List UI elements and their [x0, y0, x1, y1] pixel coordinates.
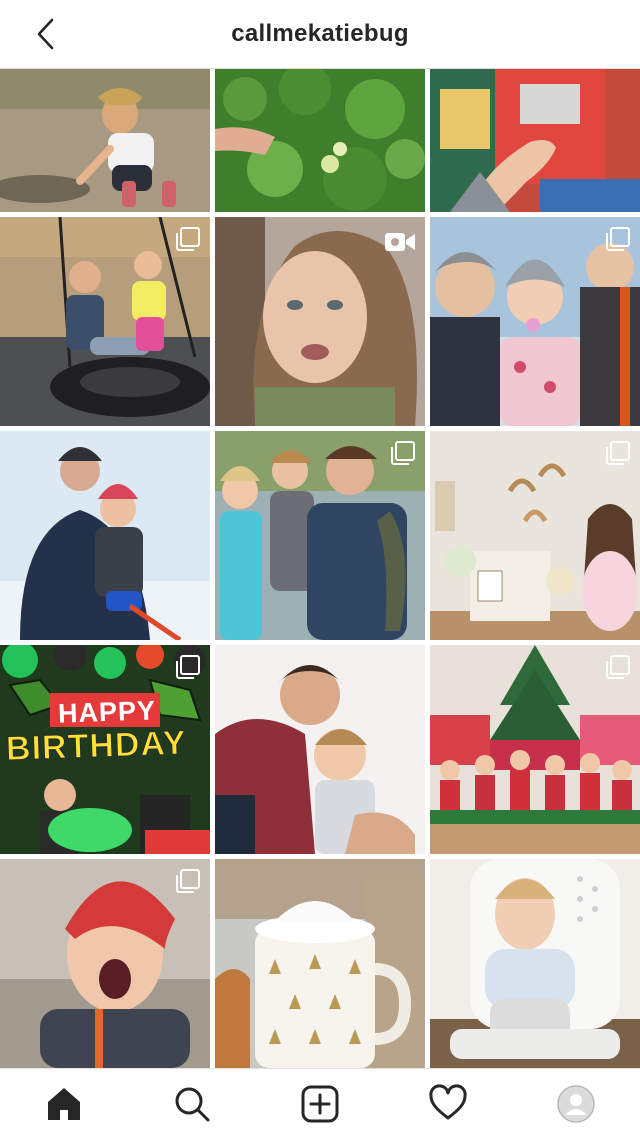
- chevron-left-icon: [37, 18, 54, 50]
- post-dad-hug-son[interactable]: [215, 645, 425, 854]
- post-thumbnail: [430, 69, 640, 212]
- profile-username: callmekatiebug: [231, 20, 409, 47]
- multiple-photos-icon: [391, 441, 415, 465]
- nav-profile-button[interactable]: [548, 1076, 604, 1132]
- post-thumbnail: [215, 69, 425, 212]
- top-bar: callmekatiebug: [0, 0, 640, 69]
- post-child-puddle[interactable]: [0, 69, 210, 212]
- post-thumbnail: [0, 69, 210, 212]
- search-icon: [175, 1087, 210, 1122]
- post-thumbnail: [0, 431, 210, 640]
- post-family-selfie[interactable]: [430, 217, 640, 426]
- nav-home-button[interactable]: [36, 1076, 92, 1132]
- post-hand-present[interactable]: [430, 69, 640, 212]
- post-thumbnail: [430, 859, 640, 1068]
- nav-new-post-button[interactable]: [292, 1076, 348, 1132]
- back-button[interactable]: [26, 14, 66, 54]
- multiple-photos-icon: [606, 441, 630, 465]
- post-cocoa-mug[interactable]: [215, 859, 425, 1068]
- post-grid: HAPPY BIRTHDAY: [0, 69, 640, 1068]
- post-tire-swing[interactable]: [0, 217, 210, 426]
- multiple-photos-icon: [176, 869, 200, 893]
- post-birthday-party[interactable]: HAPPY BIRTHDAY: [0, 645, 210, 854]
- avatar-icon: [557, 1085, 595, 1123]
- post-dad-kids-fish[interactable]: [215, 431, 425, 640]
- birthday-sign-line2: BIRTHDAY: [5, 723, 188, 769]
- multiple-photos-icon: [176, 655, 200, 679]
- post-boy-red-hat[interactable]: [0, 859, 210, 1068]
- post-clover-field[interactable]: [215, 69, 425, 212]
- post-dad-son-snow[interactable]: [0, 431, 210, 640]
- video-camera-icon: [385, 233, 415, 251]
- multiple-photos-icon: [606, 655, 630, 679]
- multiple-photos-icon: [176, 227, 200, 251]
- post-christmas-kids[interactable]: [430, 645, 640, 854]
- nav-activity-button[interactable]: [420, 1076, 476, 1132]
- post-toddler-chair[interactable]: [430, 859, 640, 1068]
- post-thumbnail: [215, 859, 425, 1068]
- nav-search-button[interactable]: [164, 1076, 220, 1132]
- post-baby-shower[interactable]: [430, 431, 640, 640]
- bottom-navigation: [0, 1068, 640, 1139]
- post-mom-selfie-video[interactable]: [215, 217, 425, 426]
- post-thumbnail: [215, 645, 425, 854]
- home-icon: [48, 1088, 80, 1120]
- add-post-icon: [301, 1085, 339, 1123]
- heart-icon: [429, 1084, 467, 1120]
- multiple-photos-icon: [606, 227, 630, 251]
